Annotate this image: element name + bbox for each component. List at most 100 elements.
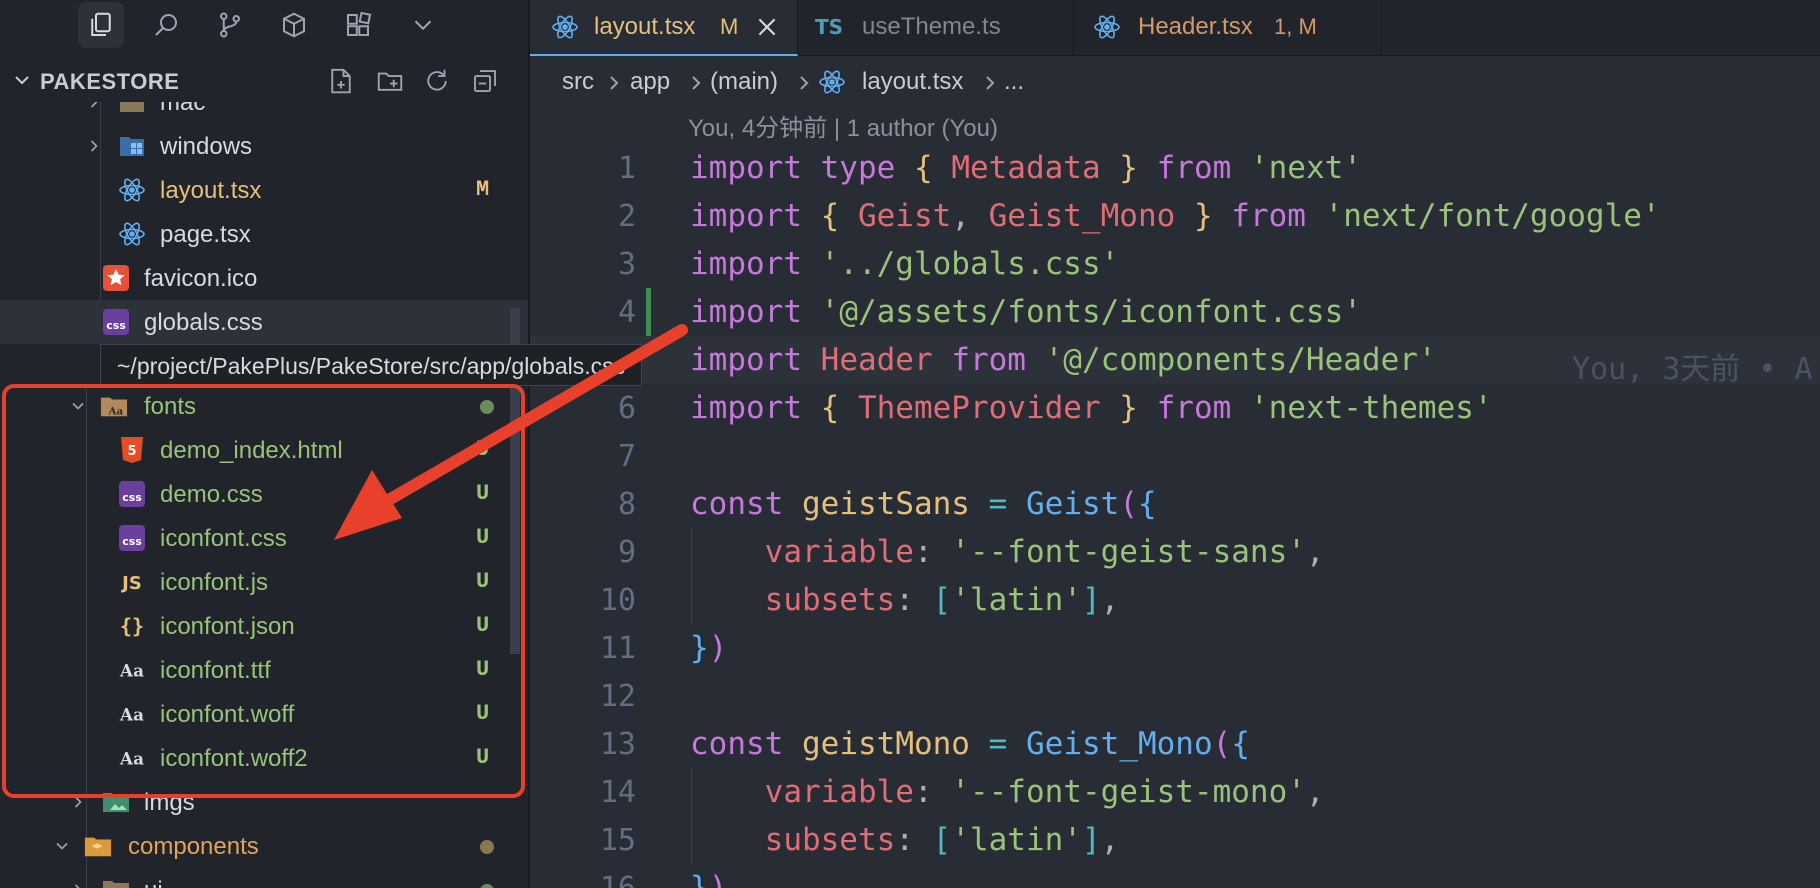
explorer-icon[interactable] (78, 2, 124, 48)
git-status-badge: U (476, 613, 490, 638)
css-icon: css (118, 524, 146, 552)
star-file-icon (102, 264, 130, 292)
tree-item-components-folder[interactable]: components (0, 824, 530, 868)
breadcrumb-item[interactable]: src (562, 68, 594, 96)
close-icon[interactable] (754, 14, 780, 40)
tree-item-label: fonts (144, 393, 197, 420)
tree-item-favicon[interactable]: favicon.ico (0, 256, 530, 300)
font-file-icon: Aa (118, 700, 146, 728)
breadcrumb-item[interactable]: (main) (710, 68, 778, 96)
svg-text:css: css (122, 535, 142, 548)
code-line: 8 const geistSans = Geist({ (530, 480, 1820, 528)
line-number: 11 (599, 631, 636, 666)
tree-item-iconfont-json[interactable]: {} iconfont.json U (0, 604, 530, 648)
collapse-all-icon[interactable] (468, 64, 502, 98)
code-line: 2 import { Geist, Geist_Mono } from 'nex… (530, 192, 1820, 240)
tree-item-imgs-folder[interactable]: imgs (0, 780, 530, 824)
code-line: 12 (530, 672, 1820, 720)
font-file-icon: Aa (118, 744, 146, 772)
svg-text:css: css (122, 491, 142, 504)
line-number: 8 (617, 487, 636, 522)
svg-text:Aa: Aa (119, 705, 144, 725)
sidebar: PAKESTORE mac windows layout.tsx M page.… (0, 0, 530, 888)
windows-folder-icon (118, 132, 146, 160)
line-number: 10 (599, 583, 636, 618)
tree-item-ui-folder[interactable]: ui (0, 868, 530, 888)
tab-header-tsx[interactable]: Header.tsx 1, M (1074, 0, 1382, 56)
git-status-badge: M (476, 177, 490, 202)
tree-item-label: layout.tsx (160, 177, 262, 204)
git-added-bar (646, 288, 651, 336)
line-number: 1 (617, 151, 636, 186)
tree-item-iconfont-woff2[interactable]: Aa iconfont.woff2 U (0, 736, 530, 780)
chevron-down-icon[interactable] (10, 68, 34, 92)
tree-item-label: demo.css (160, 481, 263, 508)
file-tree: mac windows layout.tsx M page.tsx favico… (0, 102, 530, 888)
js-icon: JS (118, 568, 146, 596)
explorer-header[interactable]: PAKESTORE (0, 58, 530, 102)
code-line: 9 variable: '--font-geist-sans', (530, 528, 1820, 576)
new-file-icon[interactable] (324, 64, 358, 98)
refresh-icon[interactable] (420, 64, 454, 98)
chevron-down-icon (72, 402, 84, 410)
tree-item-iconfont-js[interactable]: JS iconfont.js U (0, 560, 530, 604)
chevron-down-icon (56, 842, 68, 850)
react-icon (118, 176, 146, 204)
tree-item-label: iconfont.css (160, 525, 287, 552)
svg-text:5: 5 (127, 444, 136, 459)
tab-usetheme-ts[interactable]: TS useTheme.ts (798, 0, 1074, 56)
tab-layout-tsx[interactable]: layout.tsx M (530, 0, 798, 56)
chevron-down-icon[interactable] (400, 2, 446, 48)
tree-item-demo-index-html[interactable]: 5 demo_index.html U (0, 428, 530, 472)
tree-item-fonts-folder[interactable]: Aa fonts (0, 384, 530, 428)
source-control-icon[interactable] (207, 2, 253, 48)
new-folder-icon[interactable] (373, 64, 407, 98)
code-line: 10 subsets: ['latin'], (530, 576, 1820, 624)
chevron-right-icon (800, 76, 809, 90)
tree-item-label: iconfont.woff (160, 701, 295, 728)
font-file-icon: Aa (118, 656, 146, 684)
code-editor[interactable]: 1 import type { Metadata } from 'next' 2… (530, 144, 1820, 888)
tree-item-iconfont-ttf[interactable]: Aa iconfont.ttf U (0, 648, 530, 692)
svg-text:Aa: Aa (119, 661, 144, 681)
extensions-box-icon[interactable] (271, 2, 317, 48)
git-status-badge: U (476, 701, 490, 726)
code-line: 15 subsets: ['latin'], (530, 816, 1820, 864)
images-folder-icon (102, 788, 130, 816)
react-icon (818, 68, 846, 101)
tree-item-label: favicon.ico (144, 265, 258, 292)
codelens-blame[interactable]: You, 4分钟前 | 1 author (You) (688, 108, 998, 143)
tree-item-iconfont-css[interactable]: css iconfont.css U (0, 516, 530, 560)
line-number: 16 (530, 871, 636, 888)
react-icon (550, 12, 580, 42)
breadcrumb-item[interactable]: ... (1004, 68, 1024, 96)
tree-item-windows[interactable]: windows (0, 124, 530, 168)
css-icon: css (102, 308, 130, 336)
git-status-dot (480, 884, 494, 888)
git-status-badge: U (476, 569, 490, 594)
line-number: 2 (617, 199, 636, 234)
chevron-right-icon (692, 76, 701, 90)
folder-icon (118, 102, 146, 116)
tree-item-label: components (128, 833, 259, 860)
react-icon (1092, 12, 1122, 42)
tree-item-layout-tsx[interactable]: layout.tsx M (0, 168, 530, 212)
chevron-right-icon (90, 102, 98, 108)
search-icon[interactable] (143, 2, 189, 48)
extensions-grid-icon[interactable] (335, 2, 381, 48)
tab-label: layout.tsx (594, 13, 696, 40)
tree-item-iconfont-woff[interactable]: Aa iconfont.woff U (0, 692, 530, 736)
tree-item-demo-css[interactable]: css demo.css U (0, 472, 530, 516)
code-line: 11 }) (530, 624, 1820, 672)
tree-item-label: page.tsx (160, 221, 251, 248)
tree-item-label: globals.css (144, 309, 263, 336)
tree-item-page-tsx[interactable]: page.tsx (0, 212, 530, 256)
components-folder-icon (84, 832, 112, 860)
tree-item-globals-css[interactable]: css globals.css (0, 300, 530, 344)
tree-item-label: iconfont.ttf (160, 657, 271, 684)
breadcrumb-item[interactable]: layout.tsx (862, 68, 963, 96)
tree-item-mac[interactable]: mac (0, 102, 530, 124)
code-line: 13 const geistMono = Geist_Mono({ (530, 720, 1820, 768)
tree-item-label: ui (144, 877, 163, 888)
breadcrumb-item[interactable]: app (630, 68, 670, 96)
